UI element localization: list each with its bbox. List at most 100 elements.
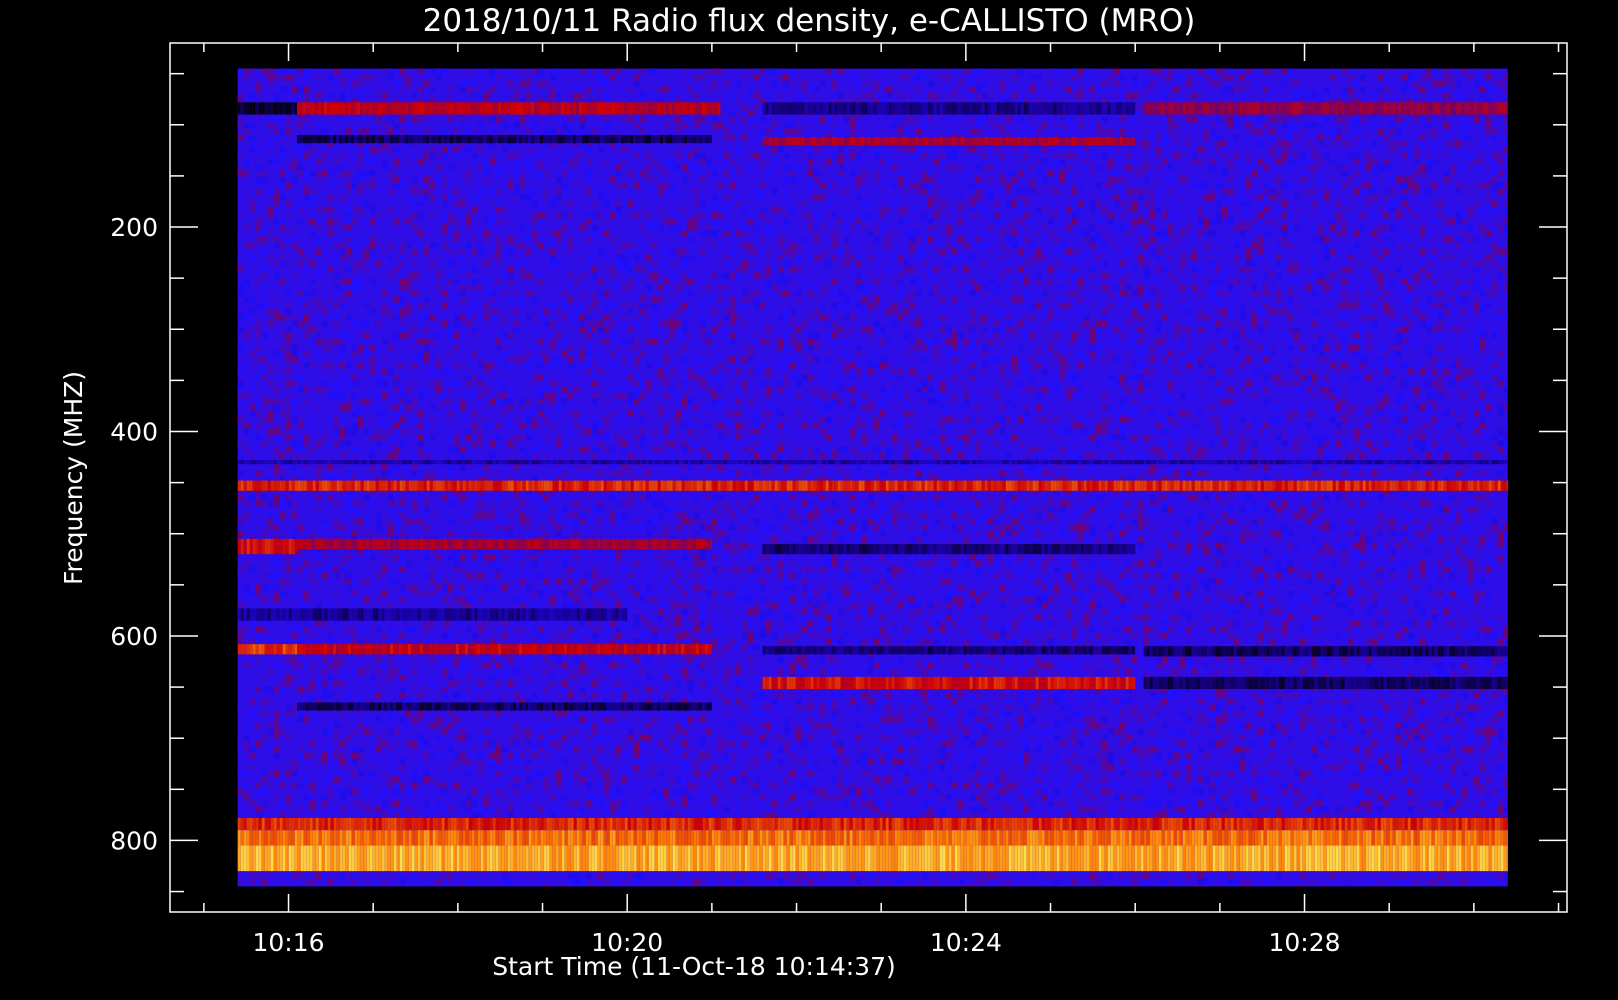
- heatmap-cell: [801, 236, 808, 243]
- heatmap-cell: [681, 380, 688, 387]
- heatmap-cell: [1389, 380, 1396, 387]
- heatmap-cell: [387, 122, 394, 129]
- heatmap-cell: [1059, 320, 1066, 327]
- heatmap-cell: [1281, 314, 1288, 321]
- heatmap-cell: [999, 128, 1006, 135]
- heatmap-cell: [921, 152, 928, 159]
- heatmap-cell: [483, 302, 490, 309]
- heatmap-cell: [897, 296, 904, 303]
- heatmap-cell: [573, 236, 580, 243]
- heatmap-cell: [837, 266, 844, 273]
- heatmap-cell: [1281, 260, 1288, 267]
- heatmap-cell: [399, 254, 406, 261]
- heatmap-cell: [1245, 380, 1252, 387]
- heatmap-cell: [963, 206, 970, 213]
- heatmap-cell: [603, 230, 610, 237]
- heatmap-cell: [1125, 368, 1132, 375]
- heatmap-cell: [585, 368, 592, 375]
- heatmap-cell: [381, 92, 388, 99]
- heatmap-cell: [501, 146, 508, 153]
- heatmap-cell: [825, 86, 832, 93]
- heatmap-cell: [1371, 344, 1378, 351]
- heatmap-cell: [255, 332, 262, 339]
- heatmap-cell: [579, 158, 586, 165]
- heatmap-cell: [1101, 260, 1108, 267]
- heatmap-cell: [879, 278, 886, 285]
- heatmap-cell: [765, 170, 772, 177]
- heatmap-cell: [1311, 92, 1318, 99]
- heatmap-cell: [993, 200, 1000, 207]
- heatmap-cell: [1257, 158, 1264, 165]
- heatmap-cell: [1395, 284, 1402, 291]
- heatmap-cell: [1227, 68, 1234, 75]
- heatmap-cell: [1341, 140, 1348, 147]
- heatmap-cell: [561, 290, 568, 297]
- heatmap-cell: [963, 242, 970, 249]
- heatmap-cell: [1257, 212, 1264, 219]
- heatmap-cell: [801, 278, 808, 285]
- heatmap-cell: [477, 80, 484, 87]
- heatmap-cell: [555, 158, 562, 165]
- heatmap-cell: [267, 116, 274, 123]
- heatmap-cell: [1107, 158, 1114, 165]
- heatmap-cell: [1005, 152, 1012, 159]
- heatmap-cell: [1347, 140, 1354, 147]
- heatmap-cell: [1053, 368, 1060, 375]
- heatmap-cell: [453, 278, 460, 285]
- heatmap-cell: [357, 206, 364, 213]
- heatmap-cell: [537, 146, 544, 153]
- heatmap-cell: [1053, 308, 1060, 315]
- heatmap-cell: [1389, 164, 1396, 171]
- heatmap-cell: [483, 338, 490, 345]
- heatmap-cell: [1209, 218, 1216, 225]
- heatmap-cell: [483, 230, 490, 237]
- heatmap-cell: [1245, 218, 1252, 225]
- heatmap-cell: [1251, 92, 1258, 99]
- heatmap-cell: [1317, 278, 1324, 285]
- heatmap-cell: [849, 116, 856, 123]
- heatmap-cell: [1497, 158, 1504, 165]
- heatmap-cell: [1401, 260, 1408, 267]
- heatmap-cell: [405, 158, 412, 165]
- heatmap-cell: [621, 242, 628, 249]
- heatmap-cell: [1191, 254, 1198, 261]
- heatmap-cell: [363, 200, 370, 207]
- heatmap-cell: [1161, 248, 1168, 255]
- heatmap-cell: [999, 368, 1006, 375]
- heatmap-cell: [1149, 206, 1156, 213]
- heatmap-cell: [471, 128, 478, 135]
- heatmap-cell: [1437, 320, 1444, 327]
- heatmap-cell: [1437, 374, 1444, 381]
- heatmap-cell: [1167, 116, 1174, 123]
- heatmap-cell: [1305, 284, 1312, 291]
- heatmap-cell: [1155, 290, 1162, 297]
- heatmap-cell: [1359, 380, 1366, 387]
- heatmap-cell: [1101, 308, 1108, 315]
- heatmap-cell: [1131, 158, 1138, 165]
- heatmap-cell: [309, 338, 316, 345]
- heatmap-cell: [1131, 224, 1138, 231]
- heatmap-cell: [1149, 68, 1156, 75]
- heatmap-cell: [765, 326, 772, 333]
- heatmap-cell: [1191, 326, 1198, 333]
- heatmap-cell: [303, 176, 310, 183]
- heatmap-cell: [753, 122, 760, 129]
- heatmap-cell: [1089, 350, 1096, 357]
- heatmap-cell: [1401, 278, 1408, 285]
- heatmap-cell: [753, 74, 760, 81]
- heatmap-cell: [1059, 368, 1066, 375]
- heatmap-cell: [477, 314, 484, 321]
- heatmap-cell: [969, 206, 976, 213]
- heatmap-cell: [345, 92, 352, 99]
- heatmap-cell: [309, 158, 316, 165]
- heatmap-cell: [285, 86, 292, 93]
- heatmap-cell: [759, 272, 766, 279]
- heatmap-cell: [795, 74, 802, 81]
- heatmap-cell: [453, 230, 460, 237]
- heatmap-cell: [555, 308, 562, 315]
- heatmap-cell: [645, 338, 652, 345]
- heatmap-cell: [897, 368, 904, 375]
- heatmap-cell: [1371, 122, 1378, 129]
- heatmap-cell: [687, 272, 694, 279]
- heatmap-cell: [561, 170, 568, 177]
